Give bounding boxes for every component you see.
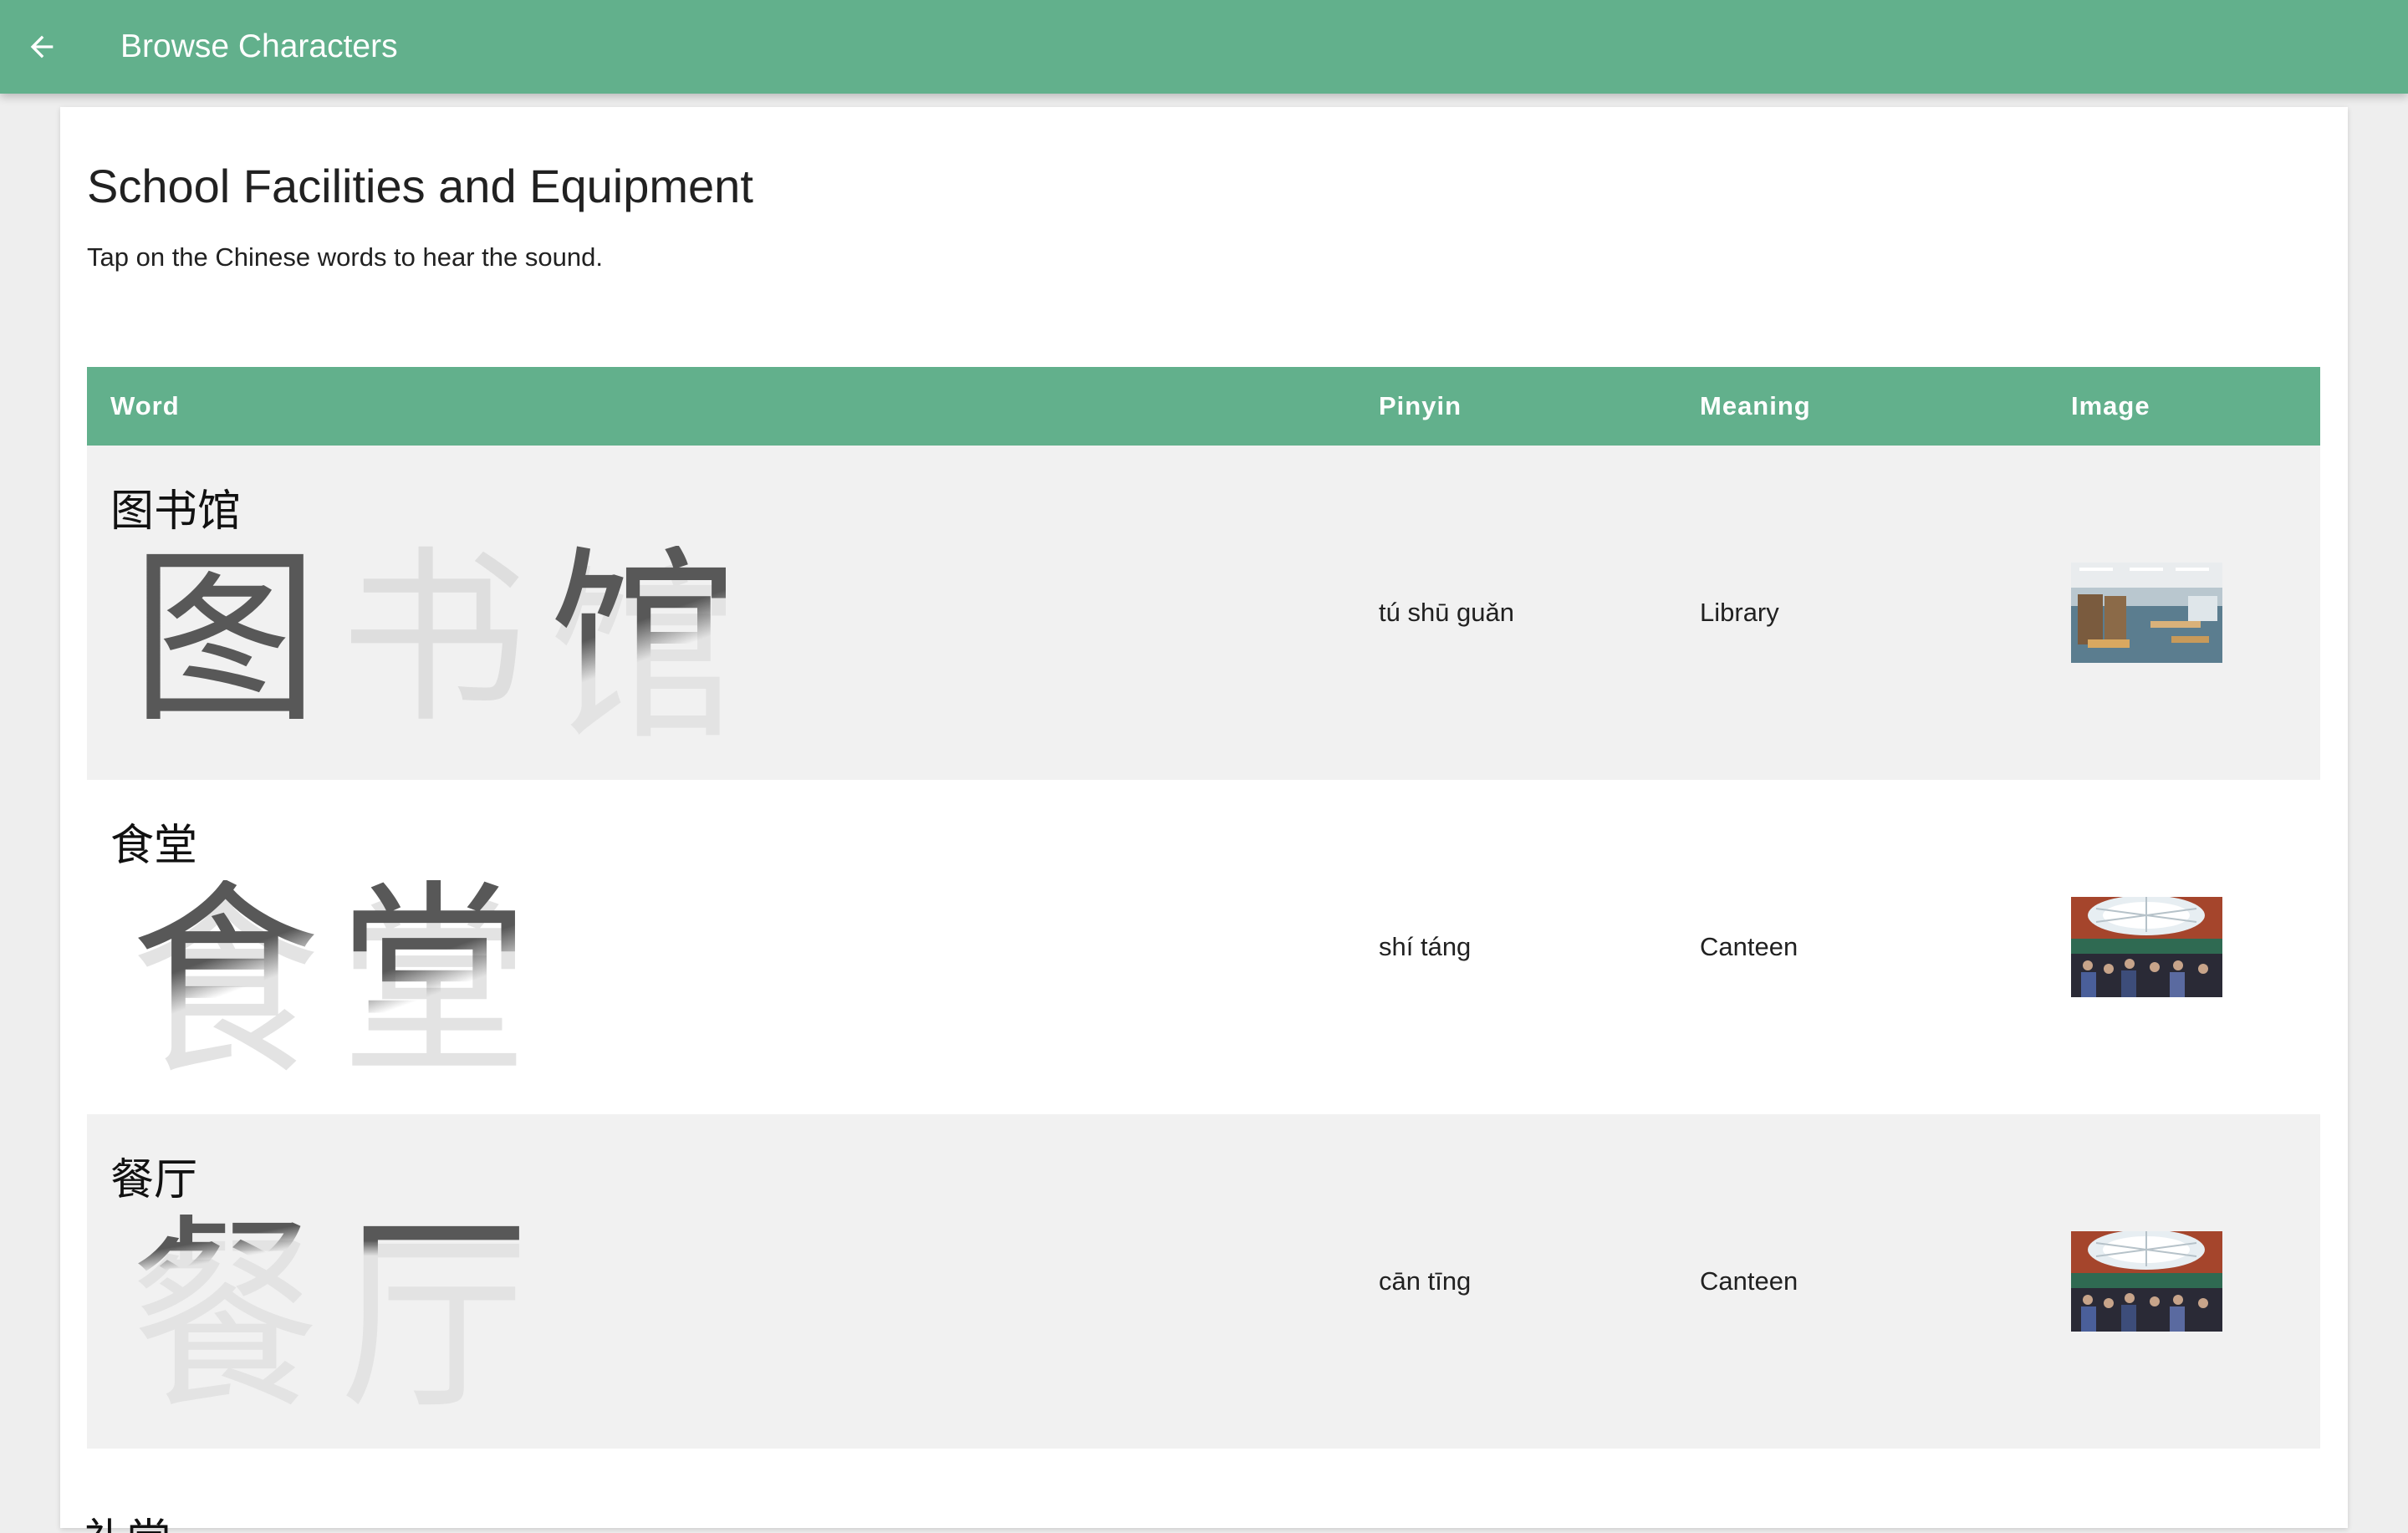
character-glyph: 馆	[548, 529, 737, 749]
character-glyph: 餐	[130, 1198, 319, 1418]
stroke-character: 餐 餐	[120, 1198, 329, 1435]
character-glyph: 堂	[339, 863, 528, 1083]
word-text[interactable]: 礼堂	[84, 1505, 171, 1533]
canteen-photo[interactable]	[2071, 897, 2222, 997]
stroke-character: 书	[329, 539, 538, 740]
header-pinyin: Pinyin	[1379, 391, 1462, 420]
page-subtitle: Tap on the Chinese words to hear the sou…	[87, 242, 603, 272]
back-button[interactable]	[12, 17, 72, 77]
stroke-animation[interactable]: 餐 餐 厅 厅	[120, 1198, 538, 1435]
character-glyph: 厅	[339, 1198, 528, 1418]
word-text[interactable]: 图书馆	[110, 476, 241, 538]
meaning-cell: Canteen	[1700, 932, 1798, 961]
stroke-character: 食 食	[120, 863, 329, 1101]
table-row[interactable]: 图书馆 图 书 馆 馆 tú shū guǎn Library	[87, 446, 2320, 780]
header-image: Image	[2071, 391, 2150, 420]
header-meaning: Meaning	[1700, 391, 1811, 420]
canteen-photo[interactable]	[2071, 1231, 2222, 1332]
table-row[interactable]: 餐厅 餐 餐 厅 厅 cān tīng Canteen	[87, 1114, 2320, 1449]
pinyin-cell: cān tīng	[1379, 1266, 1472, 1296]
table-row[interactable]: 食堂 食 食 堂 堂 shí táng Canteen	[87, 780, 2320, 1114]
app-bar-title: Browse Characters	[120, 28, 398, 64]
header-word: Word	[110, 391, 180, 420]
content-card: School Facilities and Equipment Tap on t…	[60, 107, 2348, 1533]
stroke-animation[interactable]: 图 书 馆 馆	[120, 529, 747, 766]
stroke-character: 馆 馆	[538, 529, 747, 766]
pinyin-cell: shí táng	[1379, 932, 1472, 961]
stroke-character: 堂 堂	[329, 863, 538, 1101]
library-photo[interactable]	[2071, 563, 2222, 663]
character-glyph: 书	[339, 529, 528, 749]
character-glyph: 食	[130, 863, 319, 1083]
stroke-character: 图	[120, 539, 329, 740]
character-glyph: 图	[130, 529, 319, 749]
app-bar: Browse Characters	[0, 0, 2408, 94]
meaning-cell: Canteen	[1700, 1266, 1798, 1296]
table-header: Word Pinyin Meaning Image	[87, 367, 2320, 446]
meaning-cell: Library	[1700, 598, 1779, 627]
arrow-left-icon	[30, 35, 54, 59]
stroke-animation[interactable]: 食 食 堂 堂	[120, 863, 538, 1101]
characters-table: Word Pinyin Meaning Image 图书馆 图 书 馆 馆 tú…	[87, 367, 2320, 1449]
stroke-character: 厅 厅	[329, 1198, 538, 1435]
page-title: School Facilities and Equipment	[87, 160, 753, 212]
pinyin-cell: tú shū guǎn	[1379, 598, 1515, 627]
